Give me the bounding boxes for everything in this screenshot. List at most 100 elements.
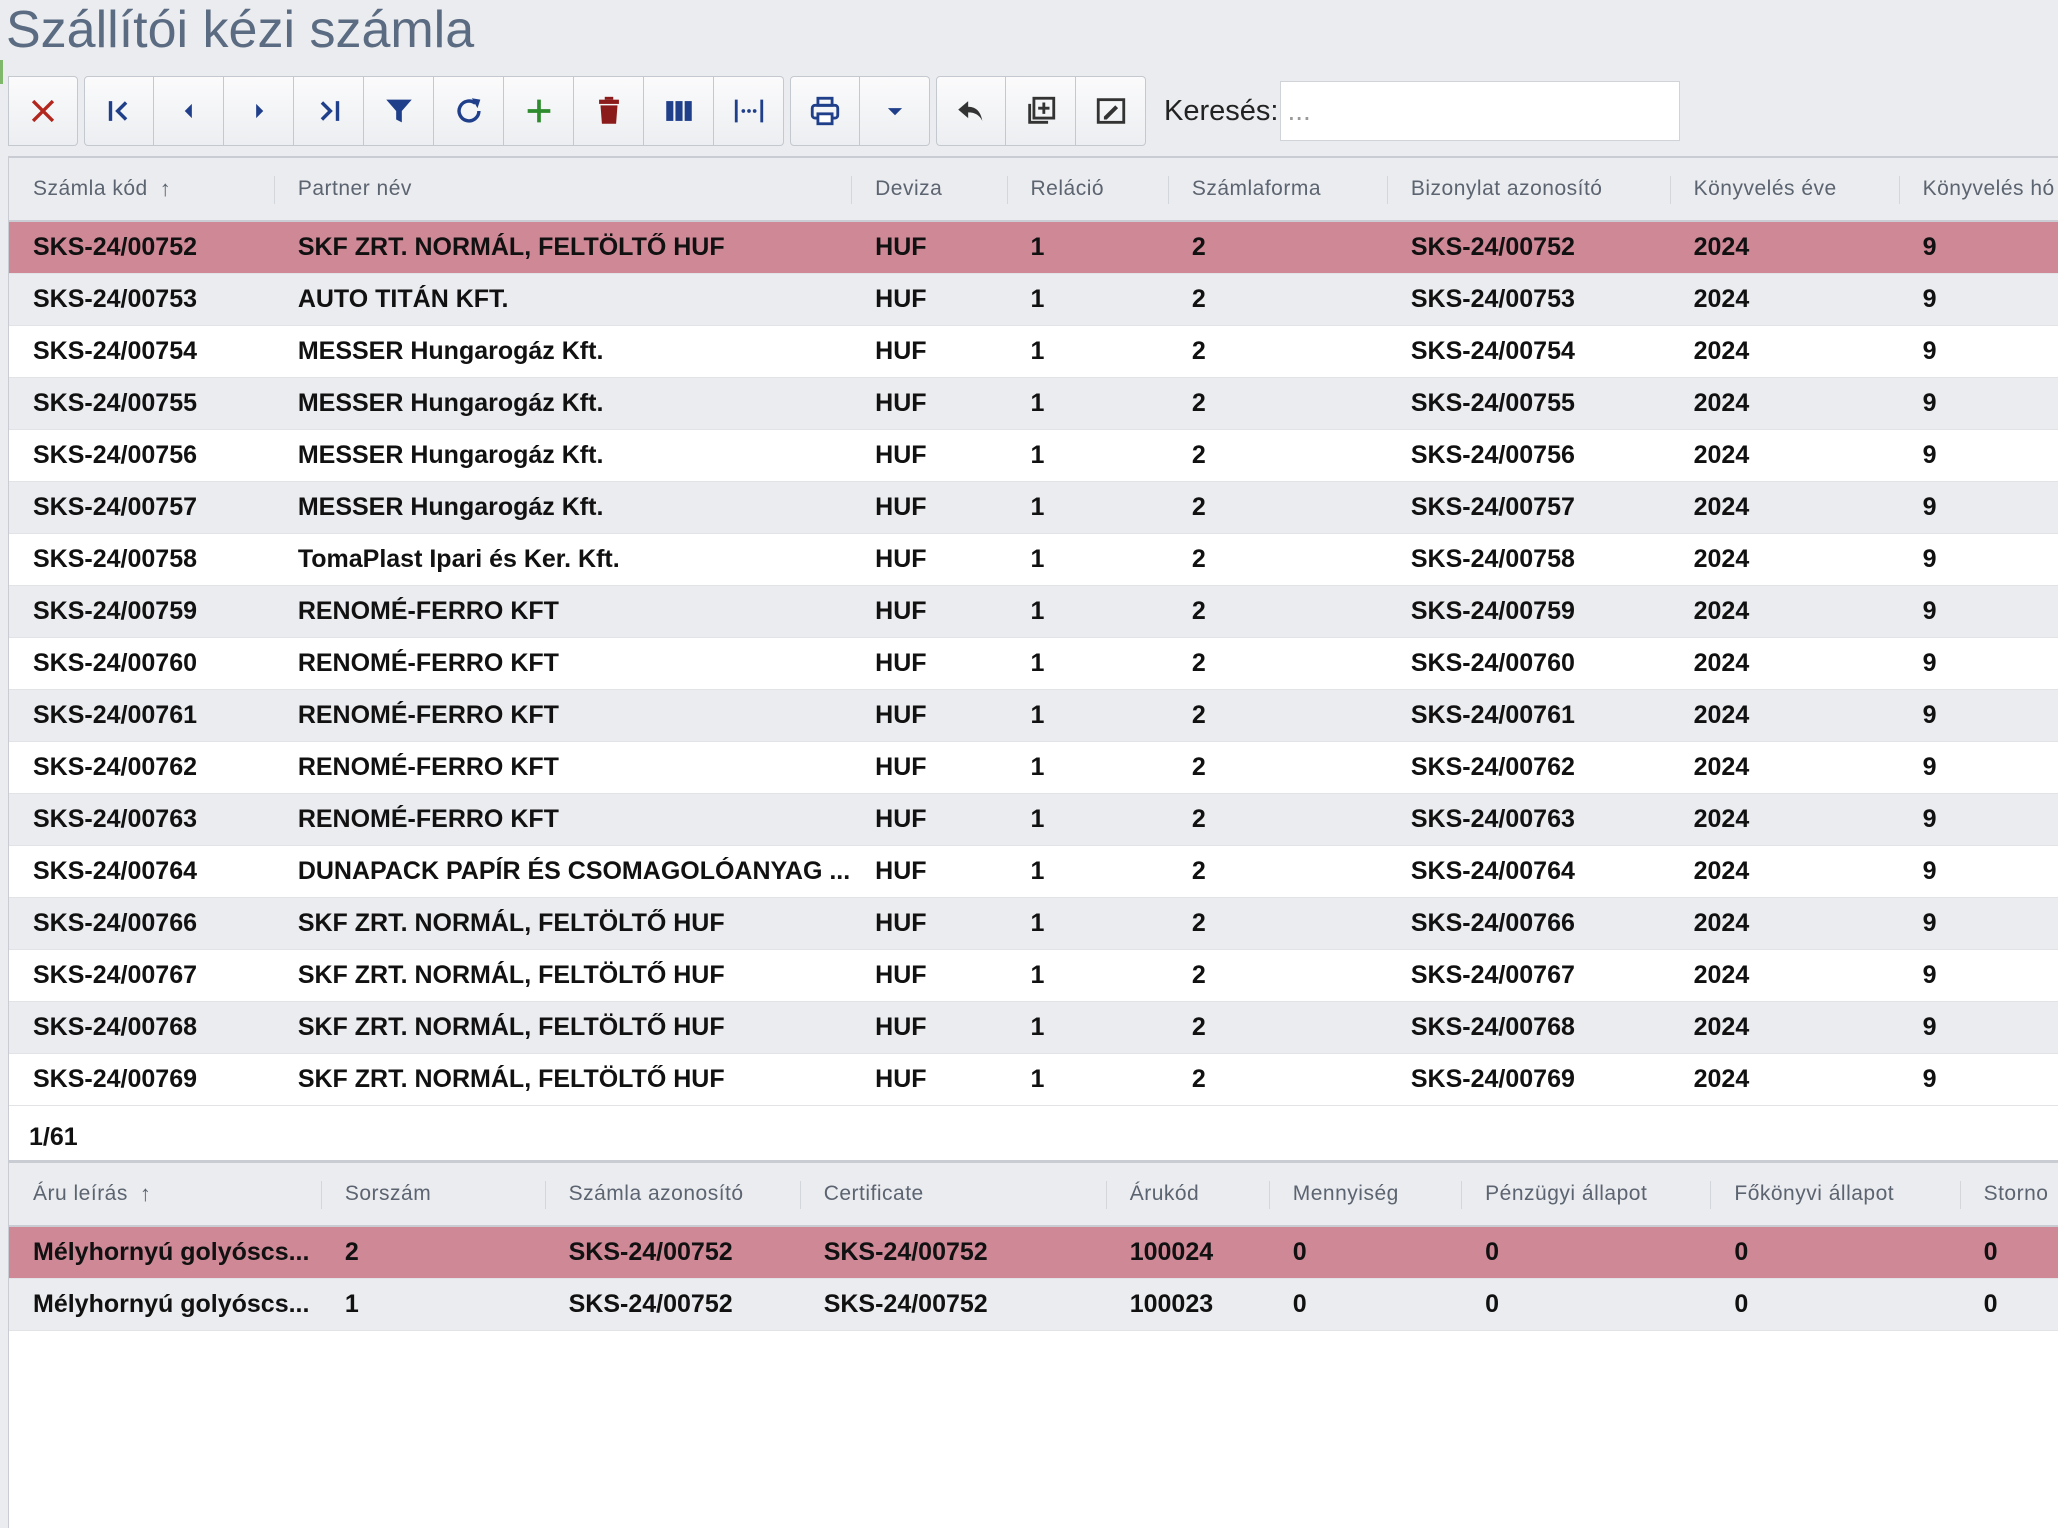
columns-icon bbox=[665, 101, 692, 121]
column-header-invoice-form[interactable]: Számlaforma bbox=[1167, 158, 1387, 220]
column-header-invoice-code[interactable]: Számla kód ↑ bbox=[9, 158, 274, 220]
table-row[interactable]: SKS-24/00768 SKF ZRT. NORMÁL, FELTÖLTŐ HU… bbox=[9, 1002, 2058, 1054]
first-page-icon bbox=[108, 101, 128, 121]
cell-invoice-code: SKS-24/00753 bbox=[33, 285, 198, 313]
column-header-booking-year[interactable]: Könyvelés éve bbox=[1669, 158, 1899, 220]
table-row[interactable]: SKS-24/00758 TomaPlast Ipari és Ker. Kft.… bbox=[9, 534, 2058, 586]
cell-booking-month: 9 bbox=[1922, 493, 1937, 521]
print-dropdown-button[interactable] bbox=[860, 76, 930, 146]
add-button[interactable] bbox=[504, 76, 574, 146]
table-row[interactable]: SKS-24/00769 SKF ZRT. NORMÁL, FELTÖLTŐ HU… bbox=[9, 1054, 2058, 1106]
accent-marker bbox=[0, 60, 3, 84]
cell-booking-month: 9 bbox=[1922, 1013, 1937, 1041]
edit-note-button[interactable] bbox=[1076, 76, 1146, 146]
close-button[interactable] bbox=[8, 76, 78, 146]
cell-relation: 1 bbox=[1030, 545, 1045, 573]
cell-invoice-code: SKS-24/00755 bbox=[33, 389, 198, 417]
cell-partner-name: MESSER Hungarogáz Kft. bbox=[297, 389, 604, 417]
table-row[interactable]: SKS-24/00760 RENOMÉ-FERRO KFT HUF 1 2 SKS-24/… bbox=[9, 638, 2058, 690]
cell-relation: 1 bbox=[1030, 961, 1045, 989]
column-header-item-code[interactable]: Árukód bbox=[1105, 1163, 1269, 1225]
column-header-sequence[interactable]: Sorszám bbox=[320, 1163, 545, 1225]
cell-relation: 1 bbox=[1030, 233, 1045, 261]
column-header-certificate[interactable]: Certificate bbox=[799, 1163, 1106, 1225]
copy-add-button[interactable] bbox=[1006, 76, 1076, 146]
column-header-document-id[interactable]: Bizonylat azonosító bbox=[1386, 158, 1670, 220]
column-header-currency[interactable]: Deviza bbox=[851, 158, 1006, 220]
last-record-button[interactable] bbox=[294, 76, 364, 146]
column-header-financial-status[interactable]: Pénzügyi állapot bbox=[1461, 1163, 1710, 1225]
table-row[interactable]: Mélyhornyú golyóscs... 1 SKS-24/00752 SKS-2… bbox=[9, 1279, 2058, 1331]
table-row[interactable]: SKS-24/00757 MESSER Hungarogáz Kft. HUF 1 2 S… bbox=[9, 482, 2058, 534]
cell-relation: 1 bbox=[1030, 701, 1045, 729]
cell-partner-name: SKF ZRT. NORMÁL, FELTÖLTŐ HUF bbox=[297, 233, 725, 261]
cell-item-description: Mélyhornyú golyóscs... bbox=[33, 1290, 310, 1318]
cell-document-id: SKS-24/00757 bbox=[1410, 493, 1575, 521]
filter-button[interactable] bbox=[364, 76, 434, 146]
cell-document-id: SKS-24/00764 bbox=[1410, 857, 1575, 885]
cell-booking-year: 2024 bbox=[1693, 545, 1750, 573]
table-row[interactable]: SKS-24/00753 AUTO TITÁN KFT. HUF 1 2 SKS-24/0… bbox=[9, 274, 2058, 326]
cell-booking-month: 9 bbox=[1922, 337, 1937, 365]
prev-record-button[interactable] bbox=[154, 76, 224, 146]
delete-button[interactable] bbox=[574, 76, 644, 146]
table-row[interactable]: SKS-24/00755 MESSER Hungarogáz Kft. HUF 1 2 S… bbox=[9, 378, 2058, 430]
cell-invoice-form: 2 bbox=[1191, 649, 1206, 677]
cell-relation: 1 bbox=[1030, 389, 1045, 417]
table-row[interactable]: SKS-24/00752 SKF ZRT. NORMÁL, FELTÖLTŐ HU… bbox=[9, 222, 2058, 274]
cell-invoice-form: 2 bbox=[1191, 1013, 1206, 1041]
cell-currency: HUF bbox=[875, 597, 927, 625]
column-header-storno[interactable]: Storno bbox=[1959, 1163, 2058, 1225]
cell-relation: 1 bbox=[1030, 441, 1045, 469]
table-row[interactable]: SKS-24/00754 MESSER Hungarogáz Kft. HUF 1 2 S… bbox=[9, 326, 2058, 378]
cell-booking-year: 2024 bbox=[1693, 233, 1750, 261]
cell-document-id: SKS-24/00755 bbox=[1410, 389, 1575, 417]
print-button[interactable] bbox=[790, 76, 860, 146]
cell-currency: HUF bbox=[875, 961, 927, 989]
cell-item-code: 100023 bbox=[1129, 1290, 1214, 1318]
column-header-partner-name[interactable]: Partner név bbox=[273, 158, 851, 220]
table-row[interactable]: SKS-24/00764 DUNAPACK PAPÍR ÉS CSOMAGOLÓA… bbox=[9, 846, 2058, 898]
cell-currency: HUF bbox=[875, 805, 927, 833]
column-header-quantity[interactable]: Mennyiség bbox=[1268, 1163, 1461, 1225]
first-record-button[interactable] bbox=[84, 76, 154, 146]
cell-partner-name: RENOMÉ-FERRO KFT bbox=[297, 649, 559, 677]
table-row[interactable]: Mélyhornyú golyóscs... 2 SKS-24/00752 SKS-2… bbox=[9, 1227, 2058, 1279]
table-row[interactable]: SKS-24/00762 RENOMÉ-FERRO KFT HUF 1 2 SKS-24/… bbox=[9, 742, 2058, 794]
cell-booking-month: 9 bbox=[1922, 909, 1937, 937]
cell-booking-year: 2024 bbox=[1693, 649, 1750, 677]
cell-certificate: SKS-24/00752 bbox=[823, 1238, 988, 1266]
last-page-icon bbox=[320, 101, 339, 121]
cell-currency: HUF bbox=[875, 233, 927, 261]
cell-currency: HUF bbox=[875, 909, 927, 937]
cell-quantity: 0 bbox=[1292, 1238, 1307, 1266]
cell-invoice-code: SKS-24/00761 bbox=[33, 701, 198, 729]
cell-relation: 1 bbox=[1030, 649, 1045, 677]
column-header-relation[interactable]: Reláció bbox=[1006, 158, 1168, 220]
undo-button[interactable] bbox=[936, 76, 1006, 146]
cell-booking-month: 9 bbox=[1922, 389, 1937, 417]
table-row[interactable]: SKS-24/00759 RENOMÉ-FERRO KFT HUF 1 2 SKS-24/… bbox=[9, 586, 2058, 638]
table-row[interactable]: SKS-24/00767 SKF ZRT. NORMÁL, FELTÖLTŐ HU… bbox=[9, 950, 2058, 1002]
column-header-ledger-status[interactable]: Főkönyvi állapot bbox=[1710, 1163, 1959, 1225]
column-header-invoice-id[interactable]: Számla azonosító bbox=[544, 1163, 800, 1225]
cell-invoice-code: SKS-24/00757 bbox=[33, 493, 198, 521]
fit-width-icon bbox=[734, 99, 763, 123]
column-header-booking-month[interactable]: Könyvelés hó bbox=[1898, 158, 2058, 220]
search-label: Keresés: bbox=[1164, 94, 1279, 127]
table-row[interactable]: SKS-24/00766 SKF ZRT. NORMÁL, FELTÖLTŐ HU… bbox=[9, 898, 2058, 950]
next-record-button[interactable] bbox=[224, 76, 294, 146]
table-row[interactable]: SKS-24/00763 RENOMÉ-FERRO KFT HUF 1 2 SKS-24/… bbox=[9, 794, 2058, 846]
pager-label: 1/61 bbox=[29, 1123, 78, 1151]
refresh-button[interactable] bbox=[434, 76, 504, 146]
columns-button[interactable] bbox=[644, 76, 714, 146]
cell-booking-year: 2024 bbox=[1693, 805, 1750, 833]
cell-invoice-code: SKS-24/00767 bbox=[33, 961, 198, 989]
table-row[interactable]: SKS-24/00756 MESSER Hungarogáz Kft. HUF 1 2 S… bbox=[9, 430, 2058, 482]
fit-width-button[interactable] bbox=[714, 76, 784, 146]
cell-document-id: SKS-24/00761 bbox=[1410, 701, 1575, 729]
table-row[interactable]: SKS-24/00761 RENOMÉ-FERRO KFT HUF 1 2 SKS-24/… bbox=[9, 690, 2058, 742]
column-header-item-description[interactable]: Áru leírás ↑ bbox=[9, 1163, 321, 1225]
search-input[interactable] bbox=[1280, 81, 1681, 141]
cell-invoice-code: SKS-24/00752 bbox=[33, 233, 198, 261]
